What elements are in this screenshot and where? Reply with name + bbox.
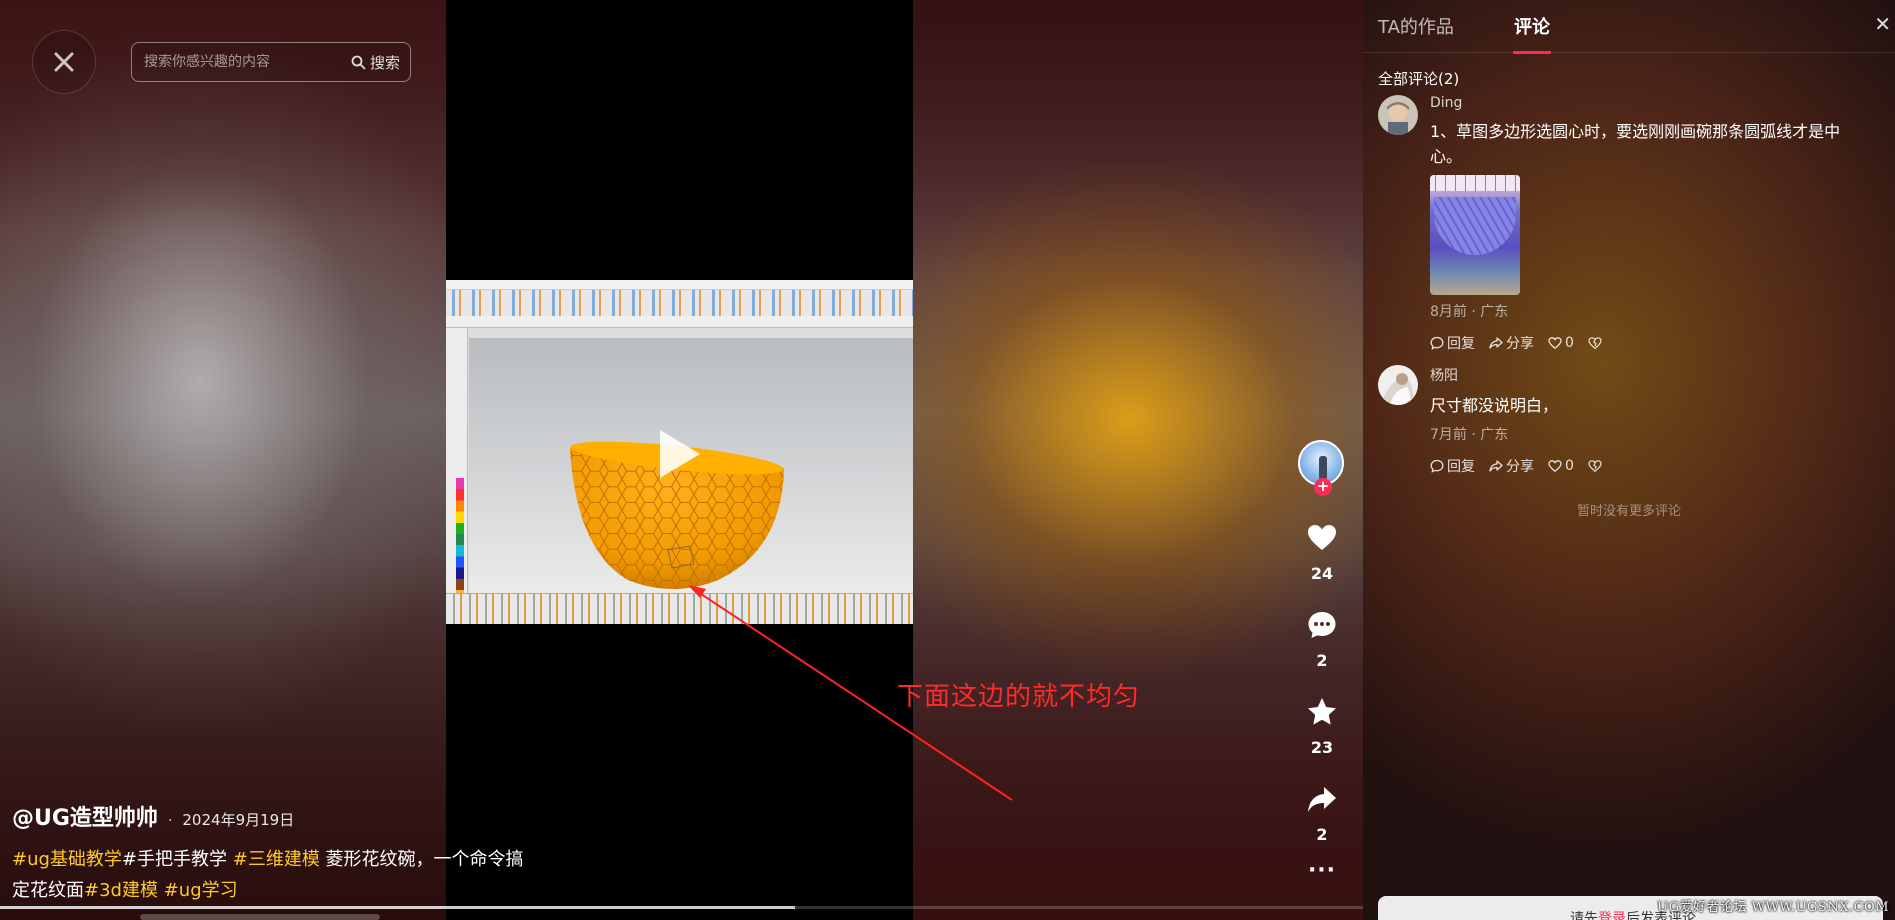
like-count: 24: [1310, 564, 1334, 583]
description-text: #手把手教学: [121, 849, 233, 870]
cad-toolbar-secondary: [446, 316, 913, 328]
action-column: + 24 2 23 2 ···: [1296, 440, 1348, 882]
active-tab-indicator: [1513, 51, 1551, 54]
follow-plus-icon[interactable]: +: [1314, 478, 1332, 496]
author-avatar-button[interactable]: +: [1298, 440, 1346, 496]
like-button[interactable]: 24: [1306, 522, 1338, 583]
share-comment-button[interactable]: 分享: [1489, 333, 1534, 353]
panel-tabs: TA的作品 评论 ✕: [1363, 0, 1895, 54]
share-icon: [1489, 460, 1503, 472]
comment-button[interactable]: 2: [1306, 609, 1338, 670]
close-player-button[interactable]: [32, 30, 96, 94]
heart-outline-icon: [1548, 337, 1562, 350]
play-icon[interactable]: [660, 430, 700, 478]
comment-panel: TA的作品 评论 ✕ 全部评论(2) Ding 1、草图多边形选圆心时，要选刚刚…: [1363, 0, 1895, 920]
reply-icon: [1430, 459, 1444, 473]
comment-text: 尺寸都没说明白，: [1430, 396, 1559, 415]
video-progress-fill: [0, 906, 795, 909]
share-count: 2: [1316, 825, 1328, 844]
heart-broken-icon: [1588, 337, 1602, 350]
hashtag-link[interactable]: #ug基础教学: [12, 849, 122, 870]
cad-toolbar: [446, 290, 913, 316]
commenter-name[interactable]: 杨阳: [1430, 365, 1870, 385]
close-icon: [54, 52, 74, 72]
comment-like-button[interactable]: 0: [1548, 335, 1574, 351]
tab-works[interactable]: TA的作品: [1378, 13, 1454, 39]
reply-button[interactable]: 回复: [1430, 456, 1475, 476]
comment-count: 2: [1316, 651, 1328, 670]
forum-watermark: UG爱好者论坛 WWW.UGSNX.COM: [1657, 900, 1889, 915]
reply-button[interactable]: 回复: [1430, 333, 1475, 353]
no-more-comments: 暂时没有更多评论: [1576, 504, 1681, 519]
comment-icon: [1308, 612, 1336, 638]
cad-menu-bar: [446, 280, 913, 290]
comment-dislike-button[interactable]: [1588, 459, 1602, 473]
commenter-avatar[interactable]: [1378, 95, 1418, 135]
heart-outline-icon: [1548, 460, 1562, 473]
publish-date: 2024年9月19日: [182, 811, 295, 829]
tab-comments[interactable]: 评论: [1514, 13, 1550, 39]
login-prefix: 请先: [1570, 911, 1598, 920]
heart-icon: [1308, 525, 1336, 550]
comment-actions: 回复 分享 0: [1430, 333, 1870, 353]
comments-title: 全部评论(2): [1378, 70, 1460, 88]
comment-like-count: 0: [1565, 458, 1574, 474]
video-player[interactable]: 下面这边的就不均匀 搜索 @UG造型帅帅 · 2024年9月19日 #ug基础教…: [0, 0, 1363, 920]
commenter-avatar[interactable]: [1378, 365, 1418, 405]
reply-label: 回复: [1447, 459, 1475, 475]
heart-broken-icon: [1588, 460, 1602, 473]
avatar: [1378, 95, 1418, 135]
hashtag-link[interactable]: #3d建模: [84, 880, 158, 901]
hashtag-link[interactable]: #三维建模: [233, 849, 320, 870]
share-icon: [1489, 337, 1503, 349]
reply-icon: [1430, 336, 1444, 350]
comment-actions: 回复 分享 0: [1430, 456, 1870, 476]
share-comment-button[interactable]: 分享: [1489, 456, 1534, 476]
comment-dislike-button[interactable]: [1588, 336, 1602, 350]
share-label: 分享: [1506, 336, 1534, 352]
search-box[interactable]: 搜索: [131, 42, 411, 82]
search-input[interactable]: [132, 54, 351, 70]
comment-like-button[interactable]: 0: [1548, 458, 1574, 474]
star-icon: [1308, 698, 1336, 725]
progress-preview-handle[interactable]: [140, 914, 380, 920]
comment-image[interactable]: [1430, 175, 1520, 295]
hashtag-link[interactable]: #ug学习: [164, 880, 238, 901]
comment-like-count: 0: [1565, 335, 1574, 351]
search-button-label: 搜索: [369, 53, 400, 72]
share-icon: [1308, 787, 1336, 812]
panel-close-icon[interactable]: ✕: [1874, 12, 1891, 36]
video-info: @UG造型帅帅 · 2024年9月19日 #ug基础教学#手把手教学 #三维建模…: [12, 800, 532, 906]
comment-text: 1、草图多边形选圆心时，要选刚刚画碗那条圆弧线才是中心。: [1430, 122, 1841, 166]
video-progress-bar[interactable]: [0, 906, 1363, 909]
blurred-background-left: [0, 0, 446, 920]
favorite-count: 23: [1310, 738, 1334, 757]
author-name[interactable]: @UG造型帅帅: [12, 800, 158, 832]
commenter-name[interactable]: Ding: [1430, 95, 1870, 111]
video-description: #ug基础教学#手把手教学 #三维建模 菱形花纹碗，一个命令搞定花纹面#3d建模…: [12, 844, 532, 906]
comment-meta: 7月前 · 广东: [1430, 427, 1509, 443]
comment-body: Ding 1、草图多边形选圆心时，要选刚刚画碗那条圆弧线才是中心。 8月前 · …: [1430, 95, 1870, 353]
login-link[interactable]: 登录: [1598, 911, 1626, 920]
share-button[interactable]: 2: [1306, 783, 1338, 844]
favorite-button[interactable]: 23: [1306, 696, 1338, 757]
comment-meta: 8月前 · 广东: [1430, 304, 1509, 320]
search-button[interactable]: 搜索: [351, 52, 410, 73]
avatar: [1378, 365, 1418, 405]
share-label: 分享: [1506, 459, 1534, 475]
reply-label: 回复: [1447, 336, 1475, 352]
search-icon: [351, 55, 366, 69]
comment-body: 杨阳 尺寸都没说明白， 7月前 · 广东 回复 分享 0: [1430, 365, 1870, 476]
separator-dot: ·: [167, 813, 173, 829]
cad-sidebar: [446, 328, 468, 618]
author-line: @UG造型帅帅 · 2024年9月19日: [12, 800, 532, 832]
more-options-icon[interactable]: ···: [1308, 860, 1336, 882]
annotation-text: 下面这边的就不均匀: [897, 682, 1141, 712]
